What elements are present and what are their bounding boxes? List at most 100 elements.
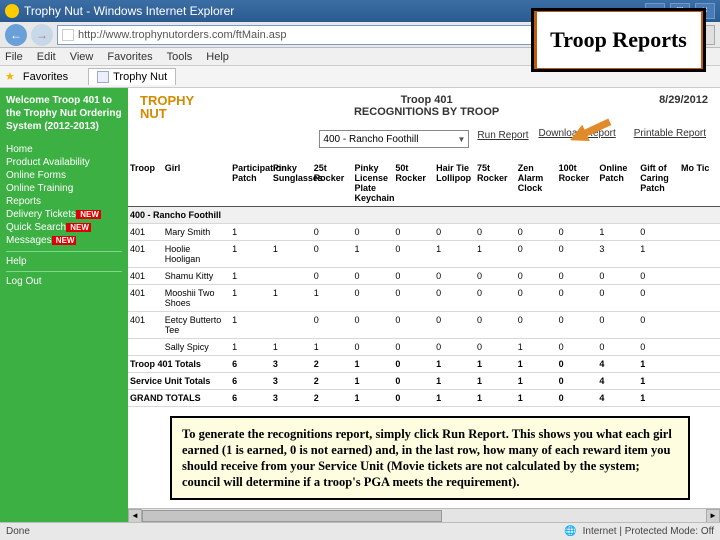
table-cell: 401 xyxy=(128,241,163,268)
printable-report-link[interactable]: Printable Report xyxy=(634,128,706,139)
sidebar-item-product[interactable]: Product Availability xyxy=(6,156,122,169)
table-header: Pinky Sunglasses xyxy=(271,160,312,207)
table-cell: 0 xyxy=(353,312,394,339)
table-cell: 0 xyxy=(475,285,516,312)
table-header: Gift of Caring Patch xyxy=(638,160,679,207)
slide-title-text: Troop Reports xyxy=(537,12,701,68)
app-icon xyxy=(5,4,19,18)
browser-tab[interactable]: Trophy Nut xyxy=(88,68,176,85)
table-cell: 0 xyxy=(516,312,557,339)
table-cell: 0 xyxy=(557,339,598,356)
sidebar-help[interactable]: Help xyxy=(6,256,122,267)
scroll-thumb[interactable] xyxy=(142,510,442,522)
table-cell: 0 xyxy=(475,224,516,241)
table-cell: 0 xyxy=(557,312,598,339)
table-row: 401Mary Smith1000000010 xyxy=(128,224,720,241)
table-cell: 0 xyxy=(393,224,434,241)
table-total-row: Service Unit Totals63210111041 xyxy=(128,373,720,390)
table-cell: Sally Spicy xyxy=(163,339,230,356)
table-cell: Shamu Kitty xyxy=(163,268,230,285)
menu-tools[interactable]: Tools xyxy=(167,51,193,63)
table-cell: 0 xyxy=(475,312,516,339)
sidebar-item-home[interactable]: Home xyxy=(6,143,122,156)
menu-edit[interactable]: Edit xyxy=(37,51,56,63)
table-cell: 0 xyxy=(557,285,598,312)
table-cell: 0 xyxy=(434,312,475,339)
favorites-label[interactable]: Favorites xyxy=(23,71,68,83)
table-cell: 401 xyxy=(128,224,163,241)
menu-view[interactable]: View xyxy=(70,51,94,63)
sidebar: Welcome Troop 401 to the Trophy Nut Orde… xyxy=(0,88,128,538)
report-date: 8/29/2012 xyxy=(659,94,708,106)
table-cell: 0 xyxy=(638,339,679,356)
logo: TROPHYNUT xyxy=(140,94,194,120)
status-bar: Done 🌐 Internet | Protected Mode: Off xyxy=(0,522,720,540)
scroll-left-icon[interactable]: ◄ xyxy=(128,509,142,523)
table-header: 75t Rocker xyxy=(475,160,516,207)
sidebar-item-messages[interactable]: Messages xyxy=(6,234,122,247)
table-total-row: Troop 401 Totals63210111041 xyxy=(128,356,720,373)
table-cell: Hoolie Hooligan xyxy=(163,241,230,268)
sidebar-logout[interactable]: Log Out xyxy=(6,276,122,287)
forward-button[interactable]: → xyxy=(31,24,53,46)
table-header: 100t Rocker xyxy=(557,160,598,207)
horizontal-scrollbar[interactable]: ◄ ► xyxy=(128,508,720,522)
table-cell xyxy=(271,312,312,339)
menu-favorites[interactable]: Favorites xyxy=(107,51,152,63)
sidebar-item-delivery[interactable]: Delivery Tickets xyxy=(6,208,122,221)
table-cell: 0 xyxy=(638,312,679,339)
table-cell: 0 xyxy=(434,339,475,356)
table-cell: 0 xyxy=(516,285,557,312)
table-header: Troop xyxy=(128,160,163,207)
status-left: Done xyxy=(6,526,30,537)
slide-title-overlay: Troop Reports xyxy=(531,8,706,72)
sidebar-item-forms[interactable]: Online Forms xyxy=(6,169,122,182)
table-header-row: TroopGirlParticipation PatchPinky Sungla… xyxy=(128,160,720,207)
table-cell: 401 xyxy=(128,268,163,285)
table-cell: 0 xyxy=(516,224,557,241)
table-cell: 0 xyxy=(638,285,679,312)
table-row: 401Shamu Kitty1000000000 xyxy=(128,268,720,285)
table-cell: 0 xyxy=(312,241,353,268)
table-cell: 1 xyxy=(230,241,271,268)
table-cell: 0 xyxy=(434,224,475,241)
troop-selector[interactable]: 400 - Rancho Foothill xyxy=(319,130,469,148)
favorites-star-icon[interactable]: ★ xyxy=(5,70,15,83)
table-cell: 0 xyxy=(557,268,598,285)
table-header: Pinky License Plate Keychain xyxy=(353,160,394,207)
table-header: 50t Rocker xyxy=(393,160,434,207)
table-cell: 1 xyxy=(312,285,353,312)
table-cell: 0 xyxy=(353,339,394,356)
scroll-right-icon[interactable]: ► xyxy=(706,509,720,523)
run-report-button[interactable]: Run Report xyxy=(477,130,528,148)
table-row: 401Eetcy Butterto Tee1000000000 xyxy=(128,312,720,339)
back-button[interactable]: ← xyxy=(5,24,27,46)
table-cell: 0 xyxy=(516,241,557,268)
page-icon xyxy=(62,29,74,41)
table-cell: 1 xyxy=(516,339,557,356)
table-cell: 0 xyxy=(434,285,475,312)
table-header: Hair Tie Lollipop xyxy=(434,160,475,207)
table-cell: 0 xyxy=(393,339,434,356)
table-cell: 401 xyxy=(128,285,163,312)
table-cell: 0 xyxy=(434,268,475,285)
table-cell xyxy=(271,224,312,241)
scroll-track[interactable] xyxy=(142,509,706,522)
table-cell: 0 xyxy=(597,268,638,285)
table-cell: 1 xyxy=(230,339,271,356)
sidebar-welcome: Welcome Troop 401 to the Trophy Nut Orde… xyxy=(6,94,122,133)
recognitions-table: TroopGirlParticipation PatchPinky Sungla… xyxy=(128,160,720,407)
sidebar-item-search[interactable]: Quick Search xyxy=(6,221,122,234)
table-header: Participation Patch xyxy=(230,160,271,207)
table-cell xyxy=(679,339,720,356)
menu-file[interactable]: File xyxy=(5,51,23,63)
sidebar-item-training[interactable]: Online Training xyxy=(6,182,122,195)
menu-help[interactable]: Help xyxy=(206,51,229,63)
table-cell: 0 xyxy=(393,312,434,339)
table-cell: 0 xyxy=(557,224,598,241)
table-cell: 0 xyxy=(312,224,353,241)
table-cell xyxy=(679,268,720,285)
table-cell: 1 xyxy=(271,285,312,312)
table-cell: 1 xyxy=(230,285,271,312)
sidebar-item-reports[interactable]: Reports xyxy=(6,195,122,208)
